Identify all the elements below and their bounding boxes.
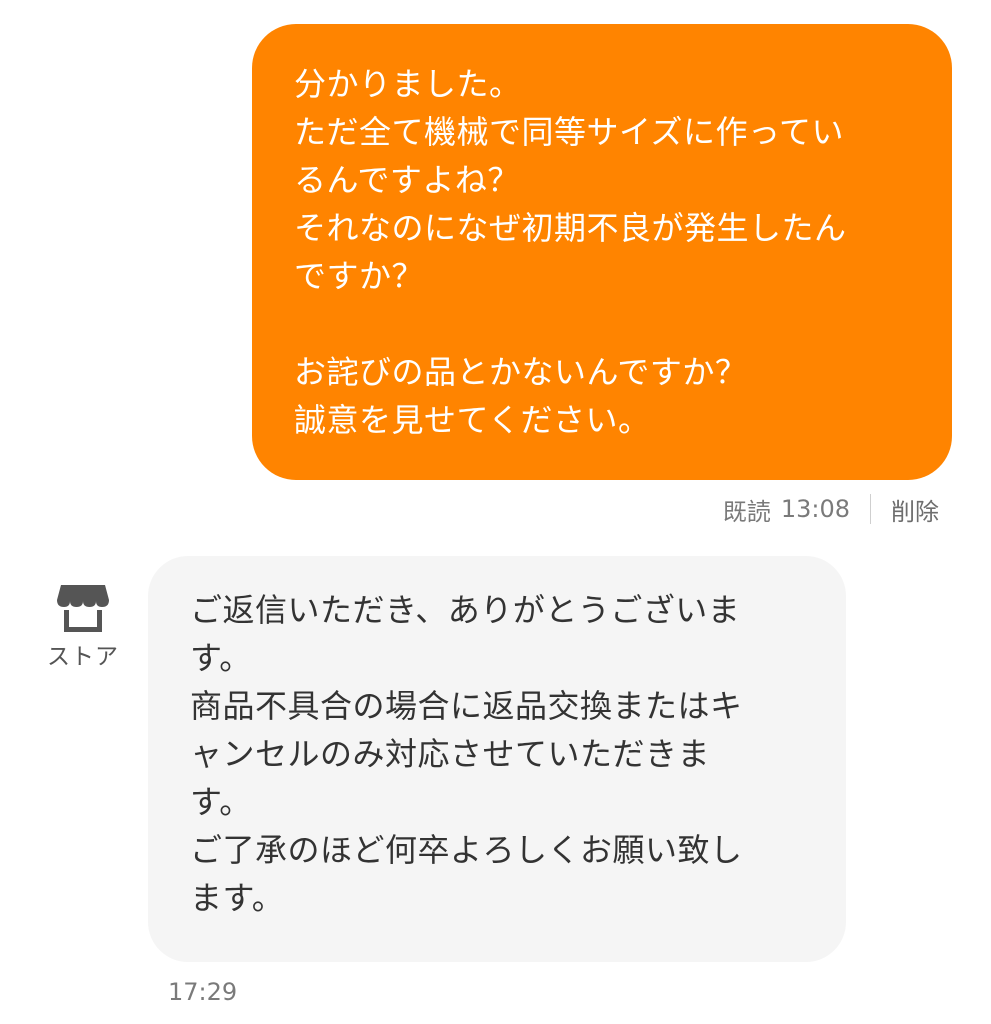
message-line: ただ全て機械で同等サイズに作ってい [294,113,844,151]
outgoing-message-meta: 既読 13:08 削除 [723,491,939,527]
chat-view: 分かりました。 ただ全て機械で同等サイズに作ってい るんですよね？ それなのにな… [0,0,991,1024]
incoming-message-bubble[interactable]: ご返信いただき、ありがとうございま す。 商品不具合の場合に返品交換またはキ ャ… [148,556,846,962]
message-line: ャンセルのみ対応させていただきま [190,735,711,773]
message-line: それなのになぜ初期不良が発生したん [294,209,847,247]
message-line: ご了承のほど何卒よろしくお願い致し [190,831,743,869]
message-line: す。 [190,639,252,677]
message-line-blank [294,300,912,348]
outgoing-message-bubble[interactable]: 分かりました。 ただ全て機械で同等サイズに作ってい るんですよね？ それなのにな… [252,24,952,480]
message-line: ます。 [190,879,285,917]
delete-button[interactable]: 削除 [891,492,939,527]
meta-divider [870,494,871,524]
message-line: す。 [190,783,252,821]
outgoing-message-time: 13:08 [780,495,850,523]
message-line: るんですよね？ [294,161,520,199]
sender-name: ストア [47,644,119,670]
message-line: 分かりました。 [294,65,522,103]
message-line: 商品不具合の場合に返品交換またはキ [190,687,743,725]
incoming-message-time: 17:29 [168,978,238,1006]
store-icon [57,585,109,632]
sender-avatar[interactable]: ストア [38,583,128,671]
message-line: お詫びの品とかないんですか？ [294,353,748,391]
read-status: 既読 [722,497,771,526]
message-line: ですか？ [294,257,425,295]
message-line: ご返信いただき、ありがとうございま [190,591,741,629]
message-line: 誠意を見せてください。 [294,401,651,439]
